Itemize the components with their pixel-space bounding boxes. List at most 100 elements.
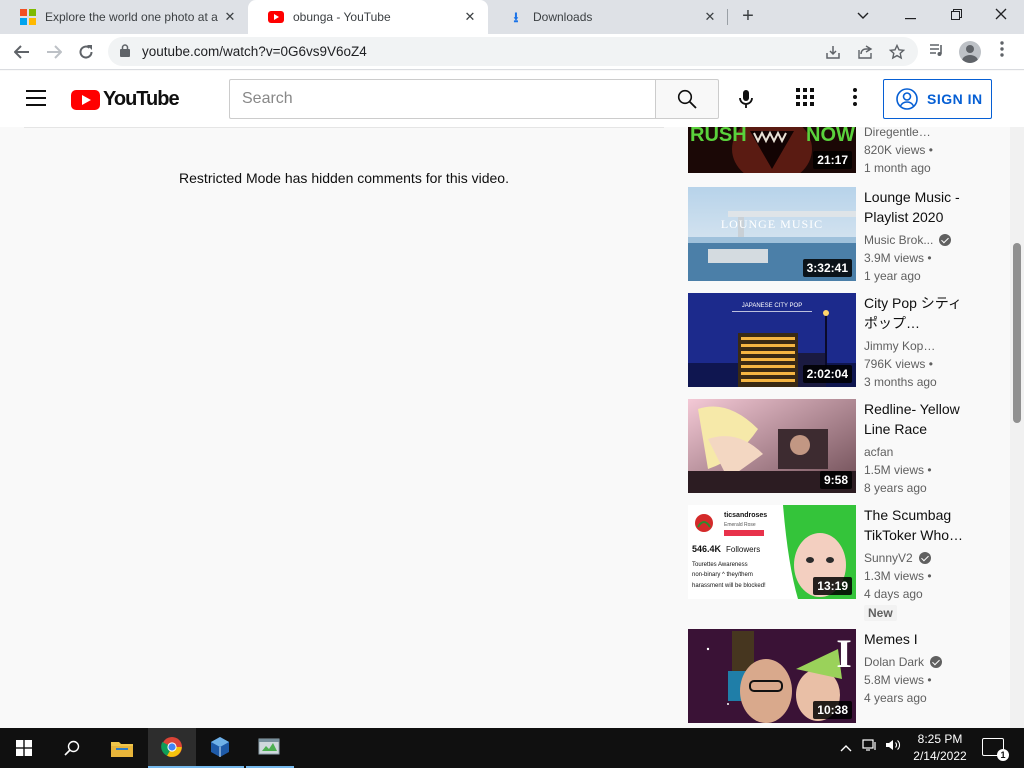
taskbar-search-button[interactable] xyxy=(48,728,96,768)
youtube-masthead: YouTube SIGN IN xyxy=(0,71,1024,127)
view-count: 1.5M views • xyxy=(864,463,932,477)
search-button[interactable] xyxy=(655,79,719,119)
thumb-text-bio3: harassment will be blocked! xyxy=(692,583,766,589)
duration-badge: 9:58 xyxy=(819,471,852,489)
restore-button[interactable] xyxy=(933,0,979,30)
app-taskbar-button[interactable] xyxy=(246,728,294,768)
thumb-text-now: NOW xyxy=(806,127,855,146)
virtualbox-taskbar-button[interactable] xyxy=(196,728,244,768)
thumb-text-memes: I xyxy=(836,631,852,676)
tab-downloads[interactable]: ⭳ Downloads ✕ xyxy=(488,0,728,34)
forward-button[interactable] xyxy=(40,38,68,66)
reload-button[interactable] xyxy=(72,38,100,66)
tab-title: Explore the world one photo at a xyxy=(45,10,218,24)
channel-name[interactable]: SunnyV2 xyxy=(864,549,974,567)
close-icon[interactable]: ✕ xyxy=(702,9,718,25)
folder-icon xyxy=(111,742,133,757)
new-badge: New xyxy=(864,605,897,621)
restricted-comments-message: Restricted Mode has hidden comments for … xyxy=(179,170,509,186)
tab-title: obunga - YouTube xyxy=(293,10,391,24)
notification-center-icon[interactable]: 1 xyxy=(982,738,1009,761)
windows-logo-icon xyxy=(16,740,32,756)
video-thumbnail[interactable]: I 10:38 xyxy=(688,629,856,723)
profile-avatar-icon[interactable] xyxy=(959,41,981,63)
account-circle-icon xyxy=(896,88,918,110)
channel-name[interactable]: acfan xyxy=(864,443,974,461)
scrollbar-thumb[interactable] xyxy=(1013,243,1021,423)
channel-name[interactable]: Dolan Dark xyxy=(864,653,974,671)
view-count: 1.3M views • xyxy=(864,569,932,583)
media-queue-icon[interactable] xyxy=(924,39,950,65)
youtube-apps-button[interactable] xyxy=(796,88,818,110)
close-icon[interactable]: ✕ xyxy=(222,9,238,25)
file-explorer-button[interactable] xyxy=(98,728,146,768)
video-title[interactable]: City Pop シティポップ… xyxy=(864,293,974,333)
search-icon xyxy=(64,740,80,756)
video-thumbnail[interactable]: LOUNGE MUSIC 3:32:41 xyxy=(688,187,856,281)
grid-icon xyxy=(796,88,814,106)
search-input[interactable] xyxy=(229,79,656,119)
system-clock[interactable]: 8:25 PM 2/14/2022 xyxy=(902,731,978,765)
tab-explore[interactable]: Explore the world one photo at a ✕ xyxy=(0,0,248,34)
menu-hamburger-icon[interactable] xyxy=(26,90,46,106)
upload-age: 3 months ago xyxy=(864,375,937,389)
app-window-icon xyxy=(258,738,280,755)
network-icon[interactable] xyxy=(859,728,881,768)
channel-name[interactable]: Diregentleman xyxy=(864,127,974,141)
tab-search-chevron-icon[interactable] xyxy=(840,0,886,30)
video-title[interactable]: Redline- Yellow Line Race xyxy=(864,399,974,439)
video-thumbnail[interactable]: JAPANESE CITY POP 2:02:04 xyxy=(688,293,856,387)
bookmark-star-icon[interactable] xyxy=(888,43,906,60)
video-title[interactable]: Lounge Music - Playlist 2020 xyxy=(864,187,974,227)
thumb-text-citypop: JAPANESE CITY POP xyxy=(742,303,802,309)
video-title[interactable]: The Scumbag TikToker Who… xyxy=(864,505,974,545)
video-thumbnail[interactable]: 9:58 xyxy=(688,399,856,493)
settings-more-button[interactable] xyxy=(843,88,867,110)
show-hidden-icons-chevron[interactable] xyxy=(836,728,856,768)
start-button[interactable] xyxy=(0,728,48,768)
share-icon[interactable] xyxy=(856,44,874,60)
duration-badge: 10:38 xyxy=(813,701,852,719)
sign-in-button[interactable]: SIGN IN xyxy=(883,79,992,119)
search-icon xyxy=(677,89,697,109)
sign-in-label: SIGN IN xyxy=(927,91,983,107)
thumb-text-bio2: non-binary ^ they/them xyxy=(692,572,753,578)
duration-badge: 2:02:04 xyxy=(802,365,852,383)
lock-icon[interactable] xyxy=(120,44,130,57)
channel-name[interactable]: Music Brok... xyxy=(864,231,974,249)
address-bar[interactable]: youtube.com/watch?v=0G6vs9V6oZ4 xyxy=(108,37,918,66)
upload-age: 4 years ago xyxy=(864,691,927,705)
volume-icon[interactable] xyxy=(883,728,903,768)
close-icon[interactable]: ✕ xyxy=(462,9,478,25)
browser-toolbar: youtube.com/watch?v=0G6vs9V6oZ4 xyxy=(0,34,1024,70)
video-thumbnail[interactable]: RUSH NOW 21:17 xyxy=(688,127,856,173)
voice-search-button[interactable] xyxy=(734,87,758,111)
windows-taskbar: 8:25 PM 2/14/2022 1 xyxy=(0,728,1024,768)
channel-name[interactable]: Jimmy Koproto xyxy=(864,337,974,355)
install-app-icon[interactable] xyxy=(824,44,842,60)
tab-separator xyxy=(727,9,728,25)
chrome-taskbar-button[interactable] xyxy=(148,728,196,768)
youtube-logo[interactable]: YouTube xyxy=(71,88,180,111)
notification-count: 1 xyxy=(997,749,1009,761)
thumb-text-lounge: LOUNGE MUSIC xyxy=(721,217,823,231)
close-window-button[interactable] xyxy=(978,0,1024,30)
tab-title: Downloads xyxy=(533,10,593,24)
verified-check-icon xyxy=(939,234,952,246)
new-tab-button[interactable]: + xyxy=(736,5,760,29)
video-title[interactable]: Memes I xyxy=(864,629,974,649)
duration-badge: 21:17 xyxy=(813,151,852,169)
back-button[interactable] xyxy=(8,38,36,66)
url-text[interactable]: youtube.com/watch?v=0G6vs9V6oZ4 xyxy=(142,44,367,59)
youtube-icon xyxy=(268,11,284,23)
thumb-text-rush: RUSH xyxy=(690,127,747,146)
video-thumbnail[interactable]: ticsandroses Emerald Rose 546.4K Followe… xyxy=(688,505,856,599)
thumb-text-followers-label: Followers xyxy=(726,545,760,554)
verified-check-icon xyxy=(930,656,943,668)
more-vert-icon xyxy=(853,88,857,106)
minimize-button[interactable] xyxy=(887,0,933,30)
verified-check-icon xyxy=(918,552,931,564)
chrome-menu-icon[interactable] xyxy=(989,39,1015,65)
tab-youtube[interactable]: obunga - YouTube ✕ xyxy=(248,0,488,34)
page-scrollbar[interactable] xyxy=(1010,127,1024,728)
